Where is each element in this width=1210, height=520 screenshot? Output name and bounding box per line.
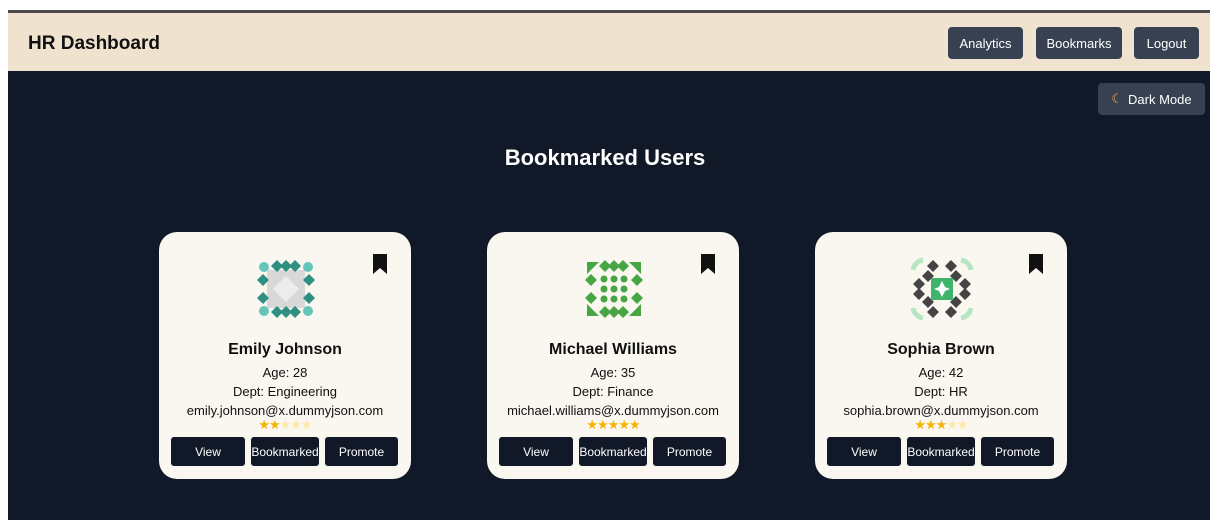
star-icon: ★: [279, 417, 292, 432]
logout-button[interactable]: Logout: [1134, 27, 1199, 59]
rating-stars: ★★★★★: [159, 418, 411, 431]
view-button[interactable]: View: [827, 437, 901, 466]
star-icon: ★: [956, 417, 969, 432]
user-email: emily.johnson@x.dummyjson.com: [186, 403, 384, 418]
star-icon: ★: [300, 417, 313, 432]
user-card: Sophia Brown Age: 42 Dept: HR sophia.bro…: [815, 232, 1067, 479]
promote-button[interactable]: Promote: [981, 437, 1054, 466]
avatar: [585, 260, 643, 318]
moon-icon: ☾: [1111, 91, 1124, 106]
user-dept: Dept: HR: [914, 384, 968, 399]
analytics-button[interactable]: Analytics: [948, 27, 1023, 59]
navbar: HR Dashboard Analytics Bookmarks Logout: [8, 13, 1210, 71]
user-name: Michael Williams: [549, 341, 677, 358]
page-title: Bookmarked Users: [504, 145, 706, 170]
star-icon: ★: [290, 417, 302, 432]
app-title: HR Dashboard: [28, 33, 160, 54]
star-icon: ★: [946, 417, 958, 432]
user-age: Age: 28: [262, 365, 308, 380]
star-icon: ★: [597, 417, 609, 432]
user-email: sophia.brown@x.dummyjson.com: [843, 403, 1039, 418]
bookmarked-button[interactable]: Bookmarked: [251, 437, 319, 466]
star-icon: ★: [586, 417, 598, 432]
rating-stars: ★★★★★: [815, 418, 1067, 431]
star-icon: ★: [914, 417, 926, 432]
promote-button[interactable]: Promote: [325, 437, 398, 466]
view-button[interactable]: View: [171, 437, 245, 466]
app-frame: HR Dashboard Analytics Bookmarks Logout …: [8, 10, 1210, 520]
star-icon: ★: [935, 417, 948, 432]
window-top-border: [8, 10, 1210, 13]
bookmarked-button[interactable]: Bookmarked: [579, 437, 647, 466]
user-age: Age: 35: [590, 365, 636, 380]
rating-stars: ★★★★★: [487, 418, 739, 431]
user-name: Emily Johnson: [228, 341, 342, 358]
avatar: [910, 257, 974, 321]
view-button[interactable]: View: [499, 437, 573, 466]
star-icon: ★: [628, 417, 641, 432]
dark-mode-toggle[interactable]: ☾ Dark Mode: [1098, 83, 1205, 115]
star-icon: ★: [607, 417, 620, 432]
user-name: Sophia Brown: [887, 341, 995, 358]
user-dept: Dept: Finance: [572, 384, 654, 399]
star-icon: ★: [269, 417, 281, 432]
dark-mode-label: Dark Mode: [1128, 91, 1192, 107]
bookmarked-button[interactable]: Bookmarked: [907, 437, 975, 466]
promote-button[interactable]: Promote: [653, 437, 726, 466]
bookmark-icon[interactable]: [373, 254, 387, 274]
user-age: Age: 42: [918, 365, 964, 380]
user-card: Michael Williams Age: 35 Dept: Finance m…: [487, 232, 739, 479]
star-icon: ★: [925, 417, 937, 432]
bookmarks-button[interactable]: Bookmarks: [1036, 27, 1122, 59]
star-icon: ★: [618, 417, 630, 432]
avatar: [257, 260, 315, 318]
user-email: michael.williams@x.dummyjson.com: [507, 403, 719, 418]
user-card: Emily Johnson Age: 28 Dept: Engineering …: [159, 232, 411, 479]
star-icon: ★: [258, 417, 270, 432]
bookmark-icon[interactable]: [1029, 254, 1043, 274]
user-dept: Dept: Engineering: [232, 384, 338, 399]
bookmark-icon[interactable]: [701, 254, 715, 274]
